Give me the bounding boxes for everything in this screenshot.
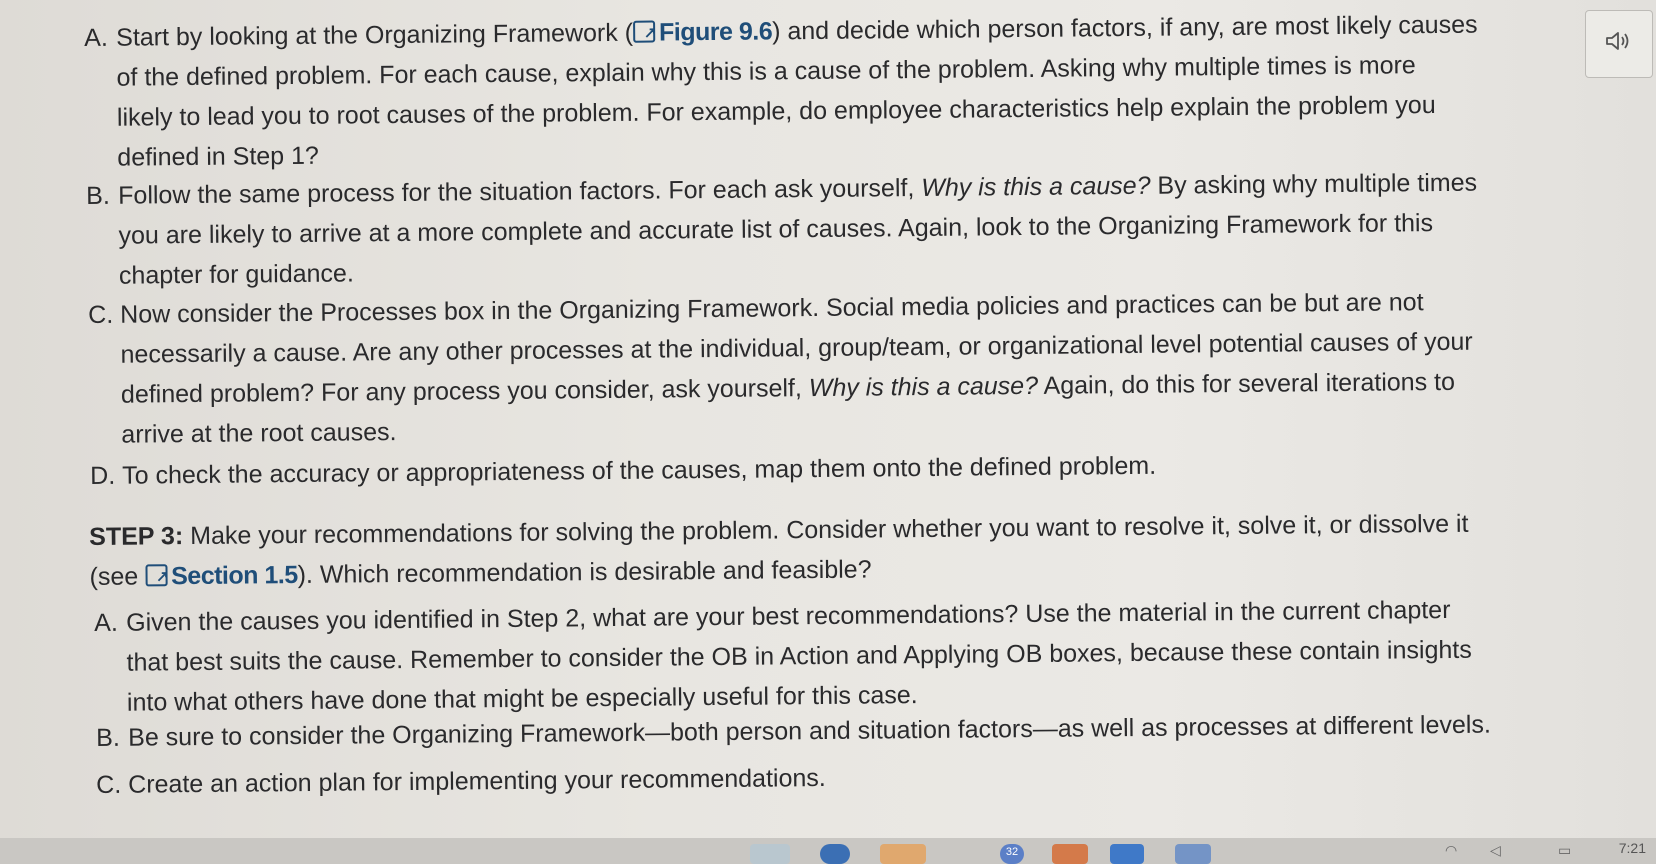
read-aloud-button[interactable] <box>1585 10 1653 78</box>
step3-intro: STEP 3: Make your recommendations for so… <box>89 504 1469 597</box>
item-marker: B. <box>96 723 120 752</box>
item-marker: A. <box>84 23 108 52</box>
external-link-icon <box>145 564 168 587</box>
app-icon[interactable] <box>1110 844 1144 864</box>
battery-icon[interactable]: ▭ <box>1558 842 1571 859</box>
wifi-icon[interactable]: ◠ <box>1445 842 1457 859</box>
item-marker: A. <box>94 608 118 637</box>
item-marker: C. <box>88 300 114 329</box>
section-link[interactable]: Section 1.5 <box>145 561 298 590</box>
item-marker: D. <box>90 461 116 490</box>
step3-item-c: C. Create an action plan for implementing… <box>96 758 826 805</box>
notification-badge[interactable]: 32 <box>1000 844 1024 864</box>
taskbar: 32 ◠ ◁ ▭ 7:21 <box>0 838 1656 864</box>
step2-item-c: C. Now consider the Processes box in the … <box>88 288 1473 449</box>
app-icon[interactable] <box>750 844 790 864</box>
step3-label: STEP 3: <box>89 522 184 551</box>
app-icon[interactable] <box>820 844 850 864</box>
step3-item-a: A. Given the causes you identified in Ste… <box>94 595 1472 717</box>
external-link-icon <box>632 20 656 43</box>
volume-icon[interactable]: ◁ <box>1490 842 1501 859</box>
app-icon[interactable] <box>1175 844 1211 864</box>
step2-item-a: A. Start by looking at the Organizing Fra… <box>84 5 1479 178</box>
step2-item-b: B. Follow the same process for the situat… <box>86 168 1478 290</box>
figure-link[interactable]: Figure 9.6 <box>632 17 772 46</box>
app-icon[interactable] <box>1052 844 1088 864</box>
item-marker: B. <box>86 181 110 210</box>
app-icon[interactable] <box>880 844 926 864</box>
speaker-icon <box>1604 29 1634 59</box>
clock: 7:21 <box>1618 840 1646 856</box>
document-page: A. Start by looking at the Organizing Fra… <box>0 0 1656 838</box>
item-marker: C. <box>96 770 122 799</box>
